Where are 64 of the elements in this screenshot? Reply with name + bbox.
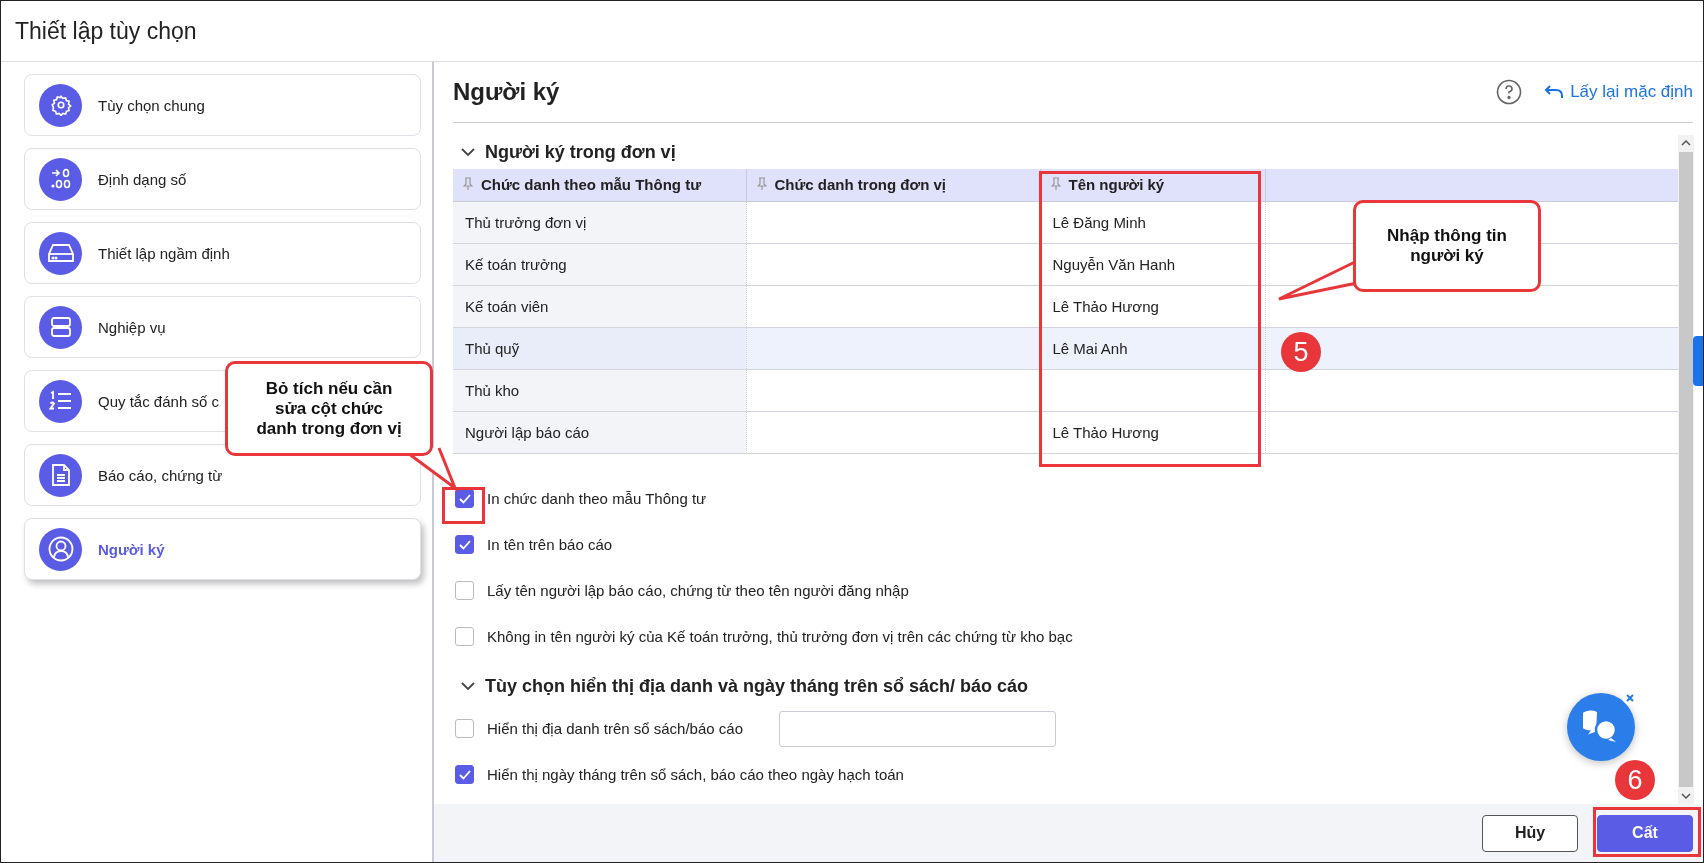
panel-title: Người ký bbox=[453, 78, 561, 106]
checkbox[interactable] bbox=[455, 719, 474, 738]
column-header[interactable]: Chức danh trong đơn vị bbox=[746, 169, 1040, 201]
callout-tooltip: Bỏ tích nếu cần sửa cột chức danh trong đơn vị bbox=[225, 361, 433, 456]
cancel-button[interactable]: Hủy bbox=[1482, 814, 1578, 852]
sidebar-item[interactable]: Người ký bbox=[24, 518, 421, 580]
check-icon bbox=[458, 493, 471, 504]
chevron-icon[interactable] bbox=[461, 147, 475, 157]
drive-icon bbox=[47, 242, 74, 264]
option-label: Lấy tên người lập báo cáo, chứng từ theo tên người đăng nhập bbox=[487, 582, 909, 599]
table-cell: Thủ kho bbox=[453, 369, 746, 411]
pin-icon[interactable] bbox=[463, 177, 473, 192]
step-badge: 6 bbox=[1615, 760, 1655, 800]
scroll-down-icon[interactable] bbox=[1681, 793, 1691, 800]
user-icon bbox=[47, 536, 74, 562]
check-icon bbox=[458, 769, 471, 780]
section-title: Người ký trong đơn vị bbox=[485, 141, 676, 163]
chat-bubbles-icon bbox=[1583, 710, 1619, 744]
check-icon bbox=[458, 539, 471, 550]
undo-arrow-icon bbox=[1544, 84, 1565, 100]
pin-icon[interactable] bbox=[756, 177, 767, 192]
checkbox[interactable] bbox=[455, 581, 474, 600]
sidebar-item[interactable]: Thiết lập ngầm định bbox=[24, 222, 421, 284]
table-cell: Thủ quỹ bbox=[453, 327, 746, 369]
table-cell: Lê Thảo Hương bbox=[1040, 285, 1265, 327]
sidebar-item[interactable]: Nghiệp vụ bbox=[24, 296, 421, 358]
table-cell: Kế toán trưởng bbox=[453, 243, 746, 285]
save-button[interactable]: Cất bbox=[1597, 814, 1693, 852]
table-cell: Người lập báo cáo bbox=[453, 411, 746, 453]
highlight-frame bbox=[442, 487, 485, 524]
numbered-list-icon bbox=[48, 390, 73, 412]
chat-button[interactable] bbox=[1567, 693, 1635, 761]
chevron-icon[interactable] bbox=[461, 682, 475, 691]
checkbox[interactable] bbox=[455, 765, 474, 784]
option-label: In chức danh theo mẫu Thông tư bbox=[487, 490, 707, 507]
table-row[interactable]: Thủ kho bbox=[453, 369, 1678, 411]
sidebar-item[interactable]: Tùy chọn chung bbox=[24, 74, 421, 136]
table-cell: Kế toán viên bbox=[453, 285, 746, 327]
column-header[interactable]: Chức danh theo mẫu Thông tư bbox=[453, 169, 746, 201]
table-cell: Lê Đăng Minh bbox=[1040, 201, 1265, 243]
section-title: Tùy chọn hiển thị địa danh và ngày tháng trên sổ sách/ báo cáo bbox=[485, 676, 1029, 697]
checkbox[interactable] bbox=[455, 535, 474, 554]
gear-icon bbox=[49, 94, 72, 116]
option-label: Không in tên người ký của Kế toán trưởng, thủ trưởng đơn vị trên các chứng từ kho bạc bbox=[487, 628, 1073, 645]
server-icon bbox=[49, 316, 72, 338]
sidebar-item[interactable]: Định dạng số bbox=[24, 148, 421, 210]
reset-default-link[interactable]: Lấy lại mặc định bbox=[1544, 82, 1693, 102]
checkbox[interactable] bbox=[455, 627, 474, 646]
scrollbar[interactable] bbox=[1678, 135, 1694, 804]
pin-icon[interactable] bbox=[1050, 177, 1061, 192]
callout-tooltip: Nhập thông tin người ký bbox=[1353, 200, 1541, 292]
window-title: Thiết lập tùy chọn bbox=[15, 17, 197, 45]
table-cell: Thủ trưởng đơn vị bbox=[453, 201, 746, 243]
scroll-up-icon[interactable] bbox=[1681, 139, 1691, 146]
option-label: Hiển thị ngày tháng trên sổ sách, báo cáo theo ngày hạch toán bbox=[487, 766, 904, 783]
help-icon[interactable] bbox=[1496, 79, 1523, 105]
table-cell: Lê Thảo Hương bbox=[1040, 411, 1265, 453]
table-cell: Lê Mai Anh bbox=[1040, 327, 1265, 369]
document-icon bbox=[50, 463, 71, 487]
table-row[interactable]: Người lập báo cáo Lê Thảo Hương bbox=[453, 411, 1678, 453]
option-label: Hiển thị địa danh trên sổ sách/báo cáo bbox=[487, 720, 743, 737]
option-label: In tên trên báo cáo bbox=[487, 536, 613, 553]
table-cell: Nguyễn Văn Hanh bbox=[1040, 243, 1265, 285]
input-field[interactable] bbox=[779, 710, 1056, 747]
